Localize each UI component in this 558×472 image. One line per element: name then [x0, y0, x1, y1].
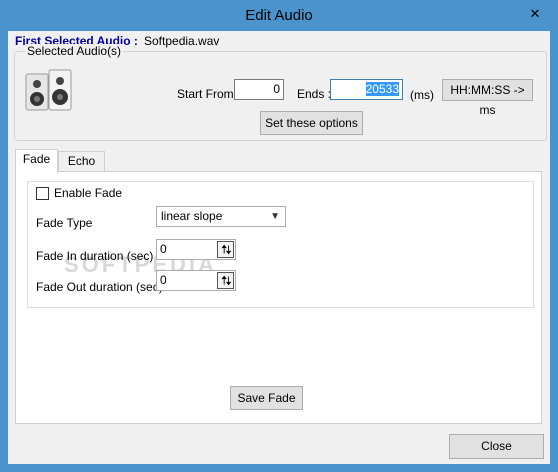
selected-audio-group: Selected Audio(s) Start From : 0 Ends : … [14, 44, 547, 141]
enable-fade-label: Enable Fade [54, 186, 123, 200]
set-options-button[interactable]: Set these options [260, 111, 363, 135]
spin-arrows-icon[interactable] [217, 272, 234, 289]
save-fade-button[interactable]: Save Fade [230, 386, 303, 410]
unit-label: (ms) [410, 88, 434, 102]
start-from-input[interactable]: 0 [234, 79, 284, 100]
tab-echo[interactable]: Echo [58, 151, 105, 171]
edit-audio-window: Edit Audio ✕ First Selected Audio : Soft… [0, 0, 558, 472]
fade-in-value: 0 [160, 242, 167, 256]
fade-type-select[interactable]: linear slope ▼ [156, 206, 286, 227]
fade-out-value: 0 [160, 273, 167, 287]
group-title: Selected Audio(s) [25, 44, 124, 58]
convert-time-button[interactable]: HH:MM:SS -> ms [442, 79, 533, 117]
fade-out-label: Fade Out duration (sec) [36, 280, 163, 294]
first-selected-value: Softpedia.wav [144, 34, 220, 48]
fade-panel: SOFTPEDIA Enable Fade Fade Type linear s… [15, 171, 542, 424]
start-from-label: Start From : [177, 87, 241, 101]
ends-label: Ends : [297, 87, 332, 101]
title-bar[interactable]: Edit Audio ✕ [0, 0, 558, 31]
fade-settings-box: SOFTPEDIA Enable Fade Fade Type linear s… [27, 181, 534, 308]
fade-out-stepper[interactable]: 0 [156, 270, 236, 291]
window-title: Edit Audio [245, 7, 313, 24]
fade-in-label: Fade In duration (sec) [36, 249, 154, 263]
ends-value: 20533 [365, 82, 399, 96]
fade-type-value: linear slope [161, 209, 223, 223]
close-icon[interactable]: ✕ [522, 3, 548, 25]
tab-fade[interactable]: Fade [15, 149, 58, 173]
ends-input[interactable]: 20533 [330, 79, 403, 100]
fade-type-label: Fade Type [36, 216, 93, 230]
close-button[interactable]: Close [449, 434, 544, 459]
speaker-icon [25, 69, 72, 111]
tab-control: Fade Echo SOFTPEDIA Enable Fade Fade Typ… [15, 149, 542, 424]
fade-in-stepper[interactable]: 0 [156, 239, 236, 260]
chevron-down-icon: ▼ [270, 211, 280, 222]
dialog-body: First Selected Audio : Softpedia.wav Sel… [8, 31, 550, 464]
spin-arrows-icon[interactable] [217, 241, 234, 258]
enable-fade-checkbox[interactable] [36, 187, 49, 200]
